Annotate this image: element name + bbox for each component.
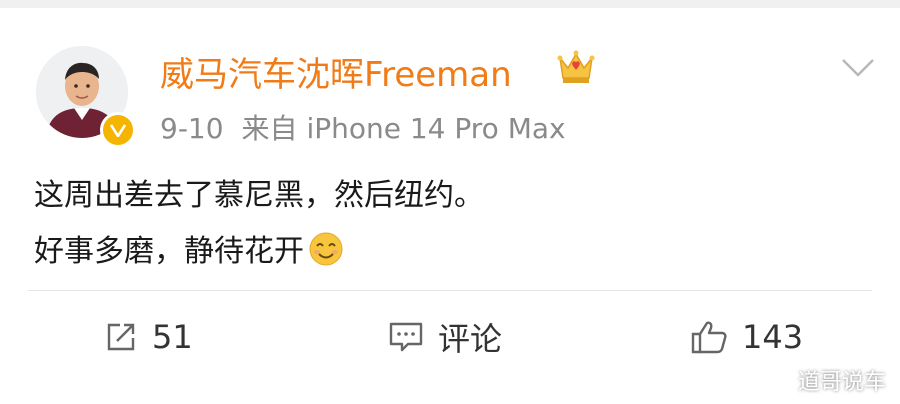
- verified-badge-icon: [100, 112, 136, 148]
- top-separator: [0, 0, 900, 8]
- share-icon: [107, 323, 135, 351]
- crown-icon[interactable]: [556, 48, 596, 86]
- thumbs-up-icon: [691, 321, 727, 354]
- divider: [28, 290, 872, 291]
- watermark-text: 道哥说车: [797, 370, 886, 395]
- comment-button[interactable]: 评论: [388, 314, 502, 360]
- post-content-line-1: 这周出差去了慕尼黑，然后纽约。: [34, 178, 484, 213]
- post-meta: 9-10 来自 iPhone 14 Pro Max: [160, 107, 566, 147]
- post-date: 9-10: [160, 112, 224, 145]
- share-count: 51: [152, 318, 193, 356]
- post-content: 这周出差去了慕尼黑，然后纽约。 好事多磨，静待花开: [34, 168, 484, 286]
- like-button[interactable]: 143: [690, 314, 803, 360]
- comment-label: 评论: [438, 320, 503, 358]
- post-content-line-2: 好事多磨，静待花开: [34, 234, 304, 269]
- smiling-face-emoji-icon: [308, 230, 344, 286]
- comment-icon: [389, 322, 423, 352]
- post-source: 来自 iPhone 14 Pro Max: [241, 112, 566, 145]
- username[interactable]: 威马汽车沈晖Freeman: [160, 47, 512, 96]
- share-button[interactable]: 51: [104, 314, 193, 360]
- weibo-logo-icon: [762, 371, 790, 391]
- like-count: 143: [742, 318, 804, 356]
- chevron-down-icon[interactable]: [840, 56, 876, 80]
- watermark: 道哥说车: [762, 364, 886, 396]
